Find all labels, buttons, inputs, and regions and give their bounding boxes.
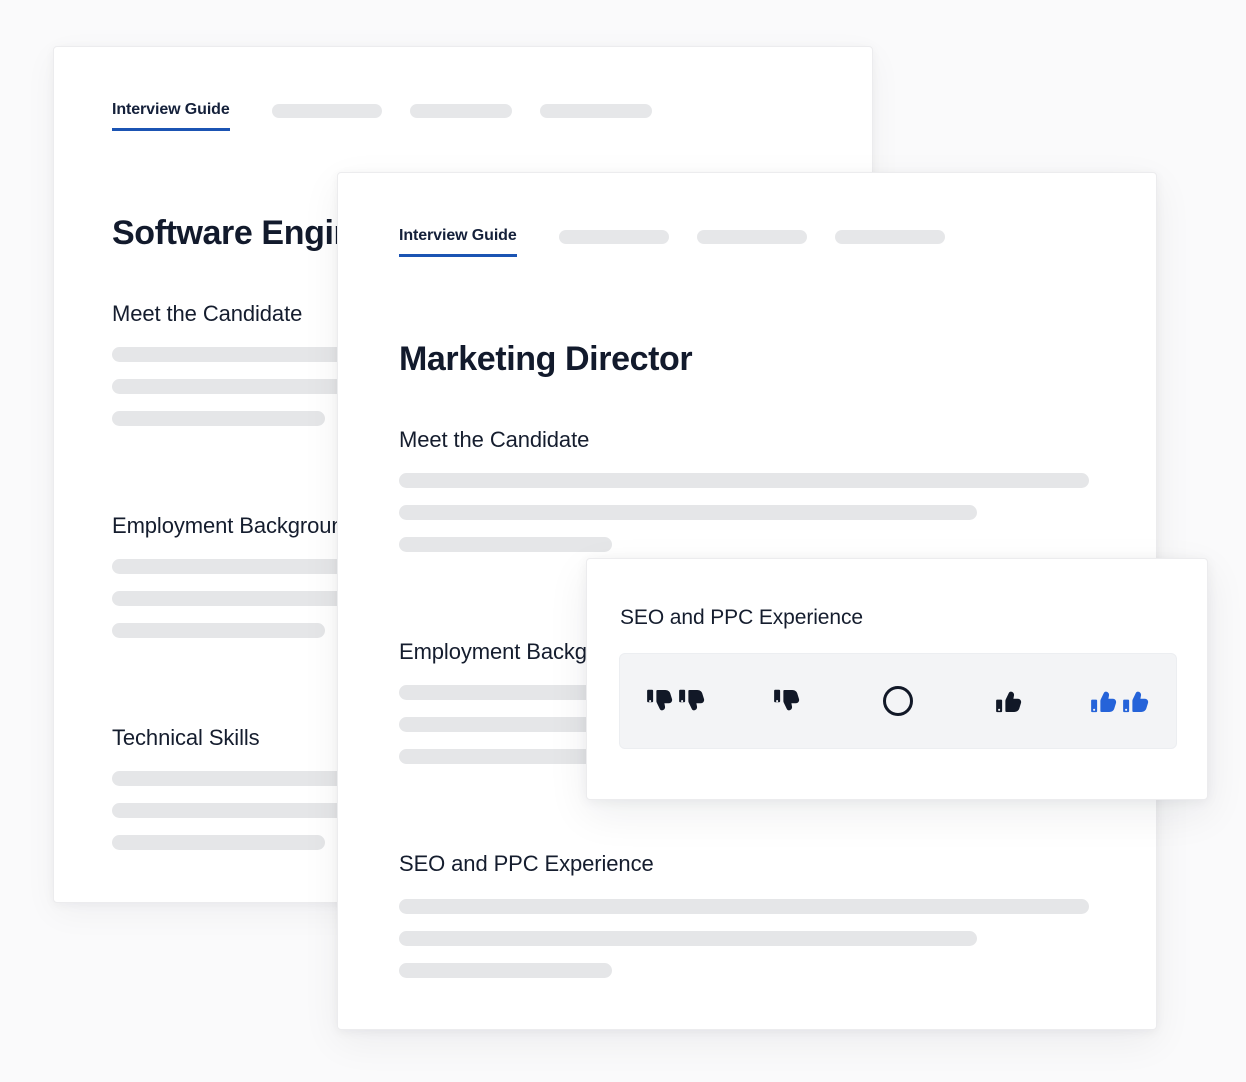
skeleton-line xyxy=(399,899,1089,914)
tab-interview-guide[interactable]: Interview Guide xyxy=(399,227,517,257)
section-heading-seo-and-ppc-experience: SEO and PPC Experience xyxy=(399,851,654,876)
skeleton-line xyxy=(399,473,1089,488)
section-heading-meet-the-candidate: Meet the Candidate xyxy=(112,301,303,326)
rating-option-strong-no[interactable] xyxy=(620,654,731,748)
section-heading-technical-skills: Technical Skills xyxy=(112,725,260,750)
back-card-tab-bar: Interview Guide xyxy=(112,101,652,131)
tab-placeholder-3[interactable] xyxy=(539,104,652,118)
skeleton-line xyxy=(112,411,325,426)
skeleton-line xyxy=(399,963,612,978)
skeleton-line xyxy=(112,623,325,638)
section-heading-employment-background: Employment Background xyxy=(112,513,356,538)
circle-neutral-icon xyxy=(883,686,913,716)
tab-interview-guide[interactable]: Interview Guide xyxy=(112,101,230,131)
rating-option-yes[interactable] xyxy=(954,654,1065,748)
rating-popover: SEO and PPC Experience xyxy=(586,558,1208,800)
tab-placeholder-3[interactable] xyxy=(834,230,945,244)
rating-option-strong-yes[interactable] xyxy=(1065,654,1176,748)
thumbs-up-icon xyxy=(994,686,1024,716)
rating-option-neutral[interactable] xyxy=(842,654,953,748)
skeleton-line xyxy=(399,749,612,764)
skeleton-line xyxy=(399,537,612,552)
skeleton-line xyxy=(112,835,325,850)
rating-scale xyxy=(619,653,1177,749)
double-thumbs-up-icon xyxy=(1089,686,1151,716)
double-thumbs-down-icon xyxy=(645,686,707,716)
page-title: Marketing Director xyxy=(399,340,693,378)
skeleton-line xyxy=(399,505,977,520)
screenshot-stage: Interview Guide Software Engineer Meet t… xyxy=(0,0,1246,1082)
section-heading-meet-the-candidate: Meet the Candidate xyxy=(399,427,590,452)
skeleton-line xyxy=(399,931,977,946)
tab-placeholder-2[interactable] xyxy=(409,104,512,118)
thumbs-down-icon xyxy=(772,686,802,716)
tab-placeholder-2[interactable] xyxy=(696,230,807,244)
tab-placeholder-1[interactable] xyxy=(271,104,382,118)
rating-option-no[interactable] xyxy=(731,654,842,748)
tab-placeholder-1[interactable] xyxy=(558,230,669,244)
front-card-tab-bar: Interview Guide xyxy=(399,227,945,257)
rating-popover-title: SEO and PPC Experience xyxy=(620,606,863,629)
